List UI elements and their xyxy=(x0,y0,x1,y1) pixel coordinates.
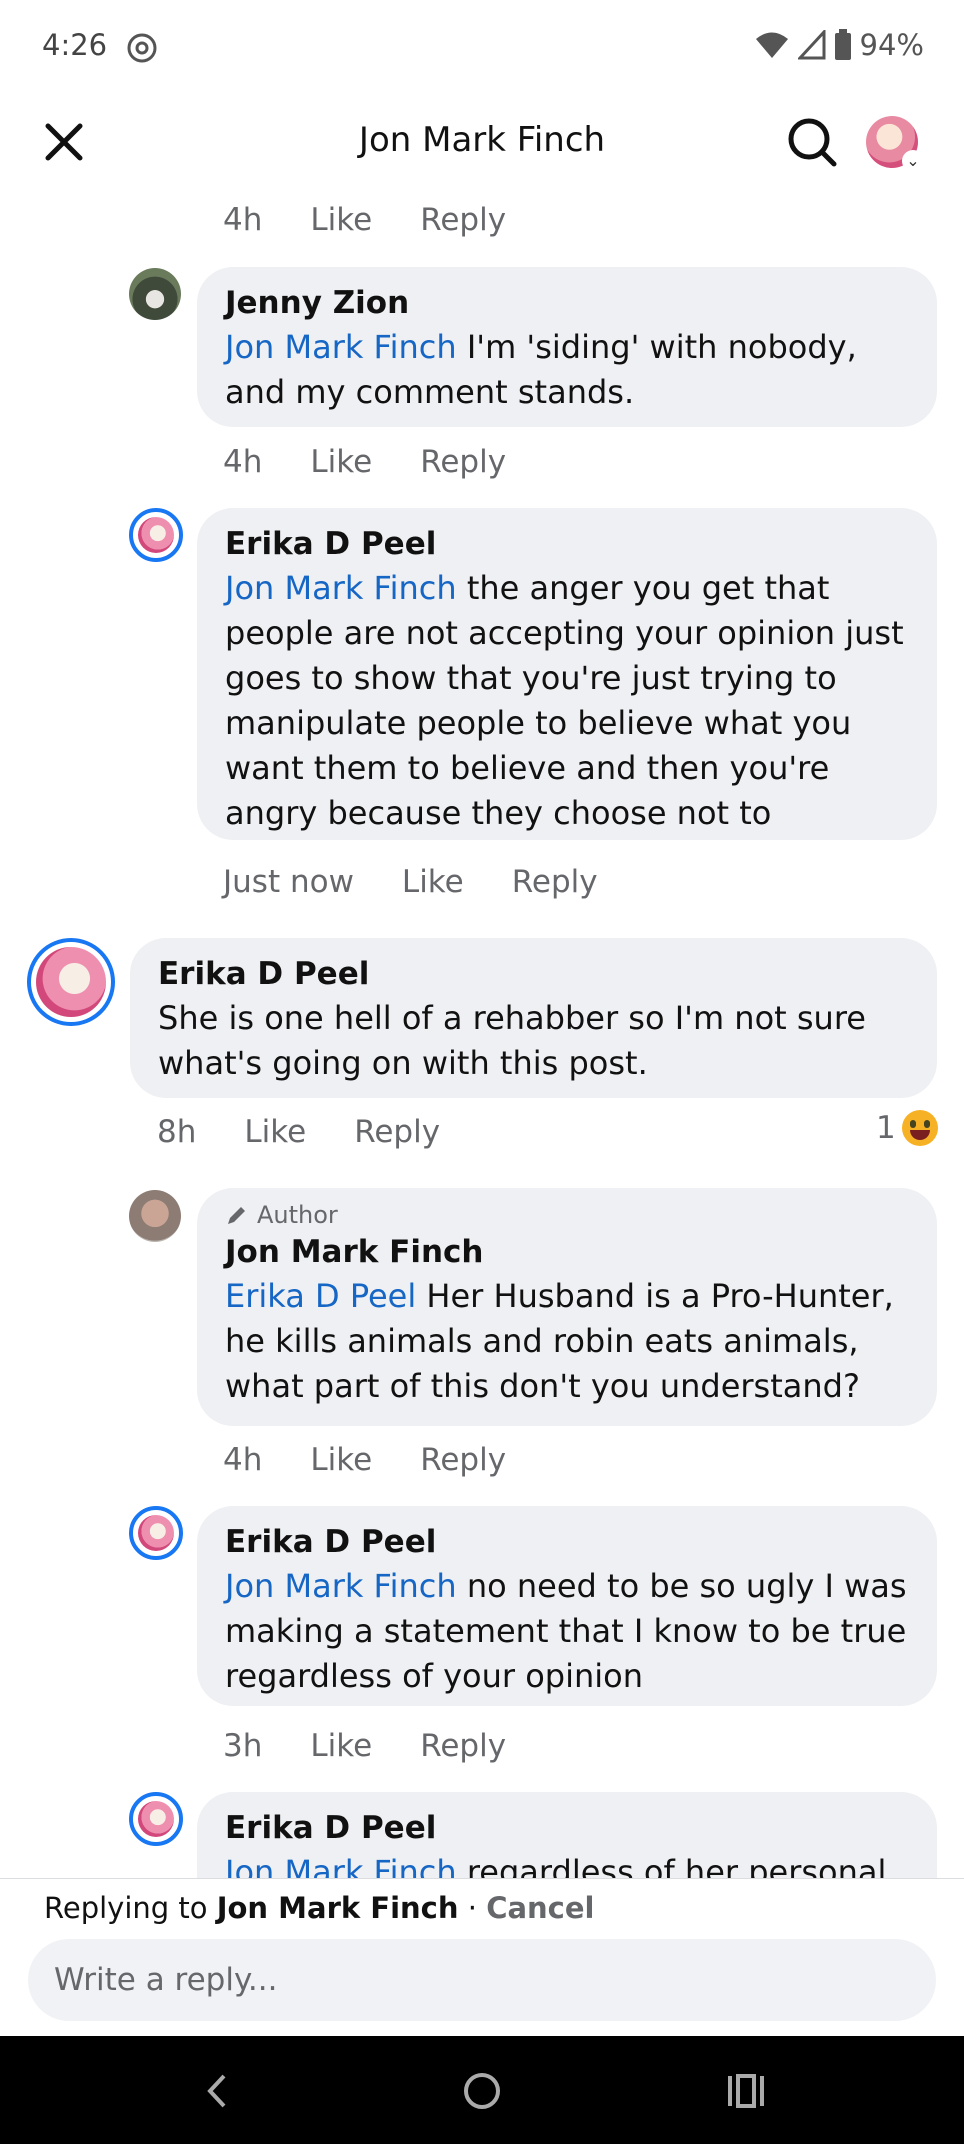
reply-button[interactable]: Reply xyxy=(420,444,506,480)
like-button[interactable]: Like xyxy=(310,1728,372,1764)
battery-percent: 94% xyxy=(859,28,924,62)
comment-text: Jon Mark Finch no need to be so ugly I w… xyxy=(225,1567,907,1695)
comment-author[interactable]: Erika D Peel xyxy=(225,522,909,566)
comment-text: She is one hell of a rehabber so I'm not… xyxy=(158,999,866,1082)
mention-link[interactable]: Jon Mark Finch xyxy=(225,328,457,366)
wifi-icon xyxy=(755,32,788,58)
comment-author[interactable]: Erika D Peel xyxy=(225,1520,909,1564)
reaction-count: 1 xyxy=(876,1110,896,1146)
mention-link[interactable]: Jon Mark Finch xyxy=(225,569,457,607)
comment-text: Jon Mark Finch the anger you get that pe… xyxy=(225,569,904,832)
comment-bubble: Erika D Peel Jon Mark Finch the anger yo… xyxy=(197,508,937,840)
avatar[interactable] xyxy=(129,1792,183,1846)
comment-bubble: Erika D Peel She is one hell of a rehabb… xyxy=(130,938,937,1098)
status-bar: 4:26 94% xyxy=(0,0,964,96)
comment-actions: 4h Like Reply xyxy=(223,1442,506,1478)
avatar[interactable] xyxy=(129,508,183,562)
haha-reaction-icon xyxy=(901,1110,938,1146)
reply-target: Jon Mark Finch xyxy=(216,1891,459,1925)
comment-time: Just now xyxy=(223,864,354,900)
reply-button[interactable]: Reply xyxy=(420,1442,506,1478)
reply-button[interactable]: Reply xyxy=(512,864,598,900)
battery-icon xyxy=(834,29,851,60)
profile-avatar[interactable]: ⌄ xyxy=(866,116,924,172)
screen-record-icon xyxy=(127,33,157,63)
clock: 4:26 xyxy=(42,28,108,62)
search-icon[interactable] xyxy=(784,114,840,170)
system-nav-bar xyxy=(0,2036,964,2144)
replying-to-label: Replying to Jon Mark Finch · Cancel xyxy=(44,1891,595,1925)
avatar[interactable] xyxy=(129,1190,181,1242)
like-button[interactable]: Like xyxy=(244,1114,306,1150)
comment-time: 8h xyxy=(157,1114,197,1150)
comment-text: Jon Mark Finch I'm 'siding' with nobody,… xyxy=(225,328,857,411)
comment-actions: 4h Like Reply xyxy=(223,202,506,238)
comment-time: 4h xyxy=(223,444,263,480)
cancel-reply-button[interactable]: Cancel xyxy=(486,1891,594,1925)
signal-icon xyxy=(797,30,826,60)
avatar[interactable] xyxy=(129,268,181,320)
like-button[interactable]: Like xyxy=(310,444,372,480)
comment-text: Jon Mark Finch regardless of her persona… xyxy=(225,1850,909,1878)
pencil-icon xyxy=(228,1207,245,1224)
reaction-summary[interactable]: 1 xyxy=(876,1110,938,1146)
comment-actions: Just now Like Reply xyxy=(223,864,598,900)
chevron-down-icon: ⌄ xyxy=(902,150,924,172)
comment-bubble: Erika D Peel Jon Mark Finch no need to b… xyxy=(197,1506,937,1706)
like-button[interactable]: Like xyxy=(402,864,464,900)
comment-bubble: Jenny Zion Jon Mark Finch I'm 'siding' w… xyxy=(197,267,937,427)
comment-author[interactable]: Erika D Peel xyxy=(225,1806,909,1850)
like-button[interactable]: Like xyxy=(310,1442,372,1478)
comment-time: 4h xyxy=(223,1442,263,1478)
avatar[interactable] xyxy=(129,1506,183,1560)
home-icon[interactable] xyxy=(452,2066,512,2116)
comment-bubble: Author Jon Mark Finch Erika D Peel Her H… xyxy=(197,1188,937,1426)
comment-actions: 8h Like Reply xyxy=(157,1114,440,1150)
comment-actions: 3h Like Reply xyxy=(223,1728,506,1764)
comment-actions: 4h Like Reply xyxy=(223,444,506,480)
comment-author[interactable]: Jenny Zion xyxy=(225,281,909,325)
mention-link[interactable]: Jon Mark Finch xyxy=(225,1567,457,1605)
comment-thread: 4h Like Reply Jenny Zion Jon Mark Finch … xyxy=(0,192,964,1878)
top-bar: Jon Mark Finch ⌄ xyxy=(0,96,964,192)
reply-button[interactable]: Reply xyxy=(354,1114,440,1150)
reply-button[interactable]: Reply xyxy=(420,202,506,238)
comment-time: 4h xyxy=(223,202,263,238)
comment-author[interactable]: Jon Mark Finch xyxy=(225,1230,909,1274)
comment-text: Erika D Peel Her Husband is a Pro-Hunter… xyxy=(225,1277,894,1405)
reply-input[interactable]: Write a reply... xyxy=(28,1939,936,2021)
recents-icon[interactable] xyxy=(716,2066,776,2116)
reply-button[interactable]: Reply xyxy=(420,1728,506,1764)
author-badge: Author xyxy=(225,1200,909,1230)
like-button[interactable]: Like xyxy=(310,202,372,238)
back-icon[interactable] xyxy=(186,2066,246,2116)
reply-composer: Replying to Jon Mark Finch · Cancel Writ… xyxy=(0,1878,964,2037)
comment-author[interactable]: Erika D Peel xyxy=(158,952,909,996)
avatar[interactable] xyxy=(27,938,115,1026)
mention-link[interactable]: Jon Mark Finch xyxy=(225,1853,457,1878)
mention-link[interactable]: Erika D Peel xyxy=(225,1277,416,1315)
comment-time: 3h xyxy=(223,1728,263,1764)
comment-bubble: Erika D Peel Jon Mark Finch regardless o… xyxy=(197,1792,937,1878)
